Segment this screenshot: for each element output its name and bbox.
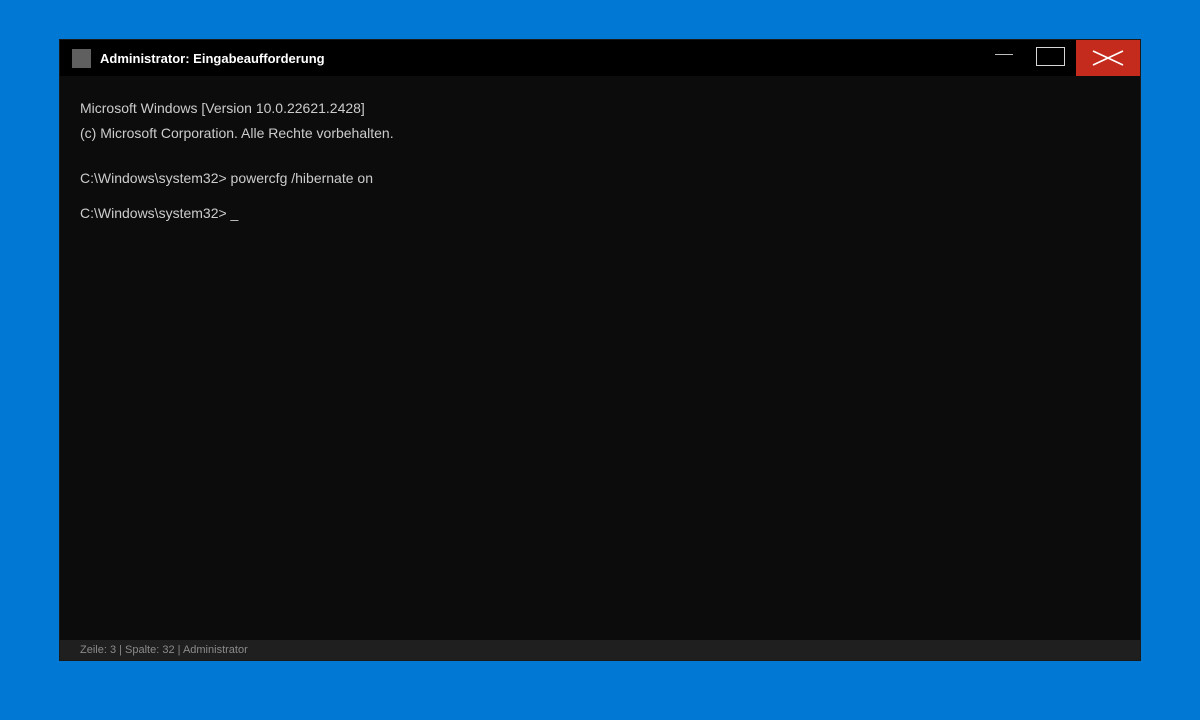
close-button[interactable] <box>1076 40 1140 76</box>
cmd-app-icon <box>72 49 91 68</box>
command-prompt-line[interactable]: C:\Windows\system32> _ <box>80 201 1120 226</box>
console-window: Administrator: Eingabeaufforderung Micro… <box>60 40 1140 660</box>
window-title: Administrator: Eingabeaufforderung <box>100 51 325 66</box>
console-line: (c) Microsoft Corporation. Alle Rechte v… <box>80 125 394 141</box>
console-line: Microsoft Windows [Version 10.0.22621.24… <box>80 100 365 116</box>
status-bar: Zeile: 3 | Spalte: 32 | Administrator <box>60 640 1140 660</box>
console-output[interactable]: Microsoft Windows [Version 10.0.22621.24… <box>80 96 1120 226</box>
console-line: C:\Windows\system32> powercfg /hibernate… <box>80 170 373 186</box>
status-text: Zeile: 3 | Spalte: 32 | Administrator <box>80 644 248 656</box>
maximize-icon <box>1036 47 1065 66</box>
close-icon <box>1092 50 1124 66</box>
minimize-icon <box>995 54 1013 55</box>
maximize-button[interactable] <box>1032 40 1072 76</box>
title-bar[interactable]: Administrator: Eingabeaufforderung <box>60 40 1140 76</box>
minimize-button[interactable] <box>988 40 1020 76</box>
